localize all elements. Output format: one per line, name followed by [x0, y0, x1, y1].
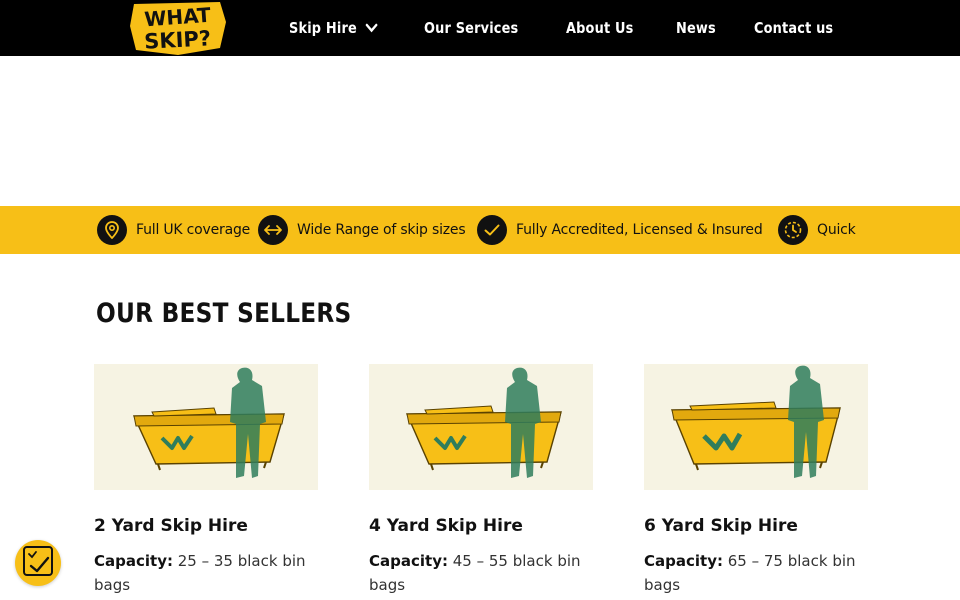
feature-accredited: Fully Accredited, Licensed & Insured — [477, 215, 763, 245]
capacity-label: Capacity: — [369, 552, 448, 570]
clock-icon — [778, 215, 808, 245]
nav-item-about-us[interactable]: About Us — [566, 19, 633, 37]
capacity-label: Capacity: — [94, 552, 173, 570]
product-card-4-yard[interactable]: 4 Yard Skip Hire Capacity: 45 – 55 black… — [369, 364, 593, 597]
top-navigation-bar: WHAT SKIP? Skip Hire Our Services About … — [0, 0, 960, 56]
nav-item-news[interactable]: News — [676, 19, 716, 37]
what-skip-logo[interactable]: WHAT SKIP? — [128, 0, 228, 56]
nav-item-our-services[interactable]: Our Services — [424, 19, 518, 37]
skip-image[interactable] — [644, 364, 868, 490]
feature-quick: Quick — [778, 215, 856, 245]
skip-image[interactable] — [94, 364, 318, 490]
arrows-horizontal-icon — [258, 215, 288, 245]
feature-label: Wide Range of skip sizes — [297, 222, 466, 238]
feature-wide-range: Wide Range of skip sizes — [258, 215, 466, 245]
map-pin-icon — [97, 215, 127, 245]
checklist-icon — [21, 544, 55, 583]
product-card-6-yard[interactable]: 6 Yard Skip Hire Capacity: 65 – 75 black… — [644, 364, 868, 597]
floating-checklist-button[interactable] — [15, 540, 61, 586]
card-capacity: Capacity: 65 – 75 black bin bags — [644, 549, 868, 597]
skip-image[interactable] — [369, 364, 593, 490]
nav-item-label: News — [676, 19, 716, 37]
hero-area — [0, 56, 960, 206]
best-sellers-heading: OUR BEST SELLERS — [96, 298, 352, 329]
nav-item-label: Skip Hire — [289, 19, 357, 37]
feature-label: Quick — [817, 222, 856, 238]
card-title[interactable]: 4 Yard Skip Hire — [369, 516, 593, 536]
chevron-down-icon — [365, 19, 378, 37]
main-nav: Skip Hire Our Services About Us News Con… — [289, 0, 847, 56]
card-capacity: Capacity: 25 – 35 black bin bags — [94, 549, 318, 597]
feature-label: Fully Accredited, Licensed & Insured — [516, 222, 763, 238]
nav-item-label: Our Services — [423, 19, 519, 37]
card-capacity: Capacity: 45 – 55 black bin bags — [369, 549, 593, 597]
logo-text-line2: SKIP? — [144, 26, 212, 53]
product-card-2-yard[interactable]: 2 Yard Skip Hire Capacity: 25 – 35 black… — [94, 364, 318, 597]
nav-item-contact-us[interactable]: Contact us — [754, 19, 833, 37]
capacity-label: Capacity: — [644, 552, 723, 570]
nav-item-label: About Us — [565, 19, 634, 37]
features-strip: Full UK coverage Wide Range of skip size… — [0, 206, 960, 254]
nav-item-label: Contact us — [754, 19, 834, 37]
card-title[interactable]: 6 Yard Skip Hire — [644, 516, 868, 536]
nav-item-skip-hire[interactable]: Skip Hire — [289, 19, 378, 37]
card-title[interactable]: 2 Yard Skip Hire — [94, 516, 318, 536]
feature-full-uk-coverage: Full UK coverage — [97, 215, 250, 245]
checkmark-icon — [477, 215, 507, 245]
feature-label: Full UK coverage — [136, 222, 251, 238]
